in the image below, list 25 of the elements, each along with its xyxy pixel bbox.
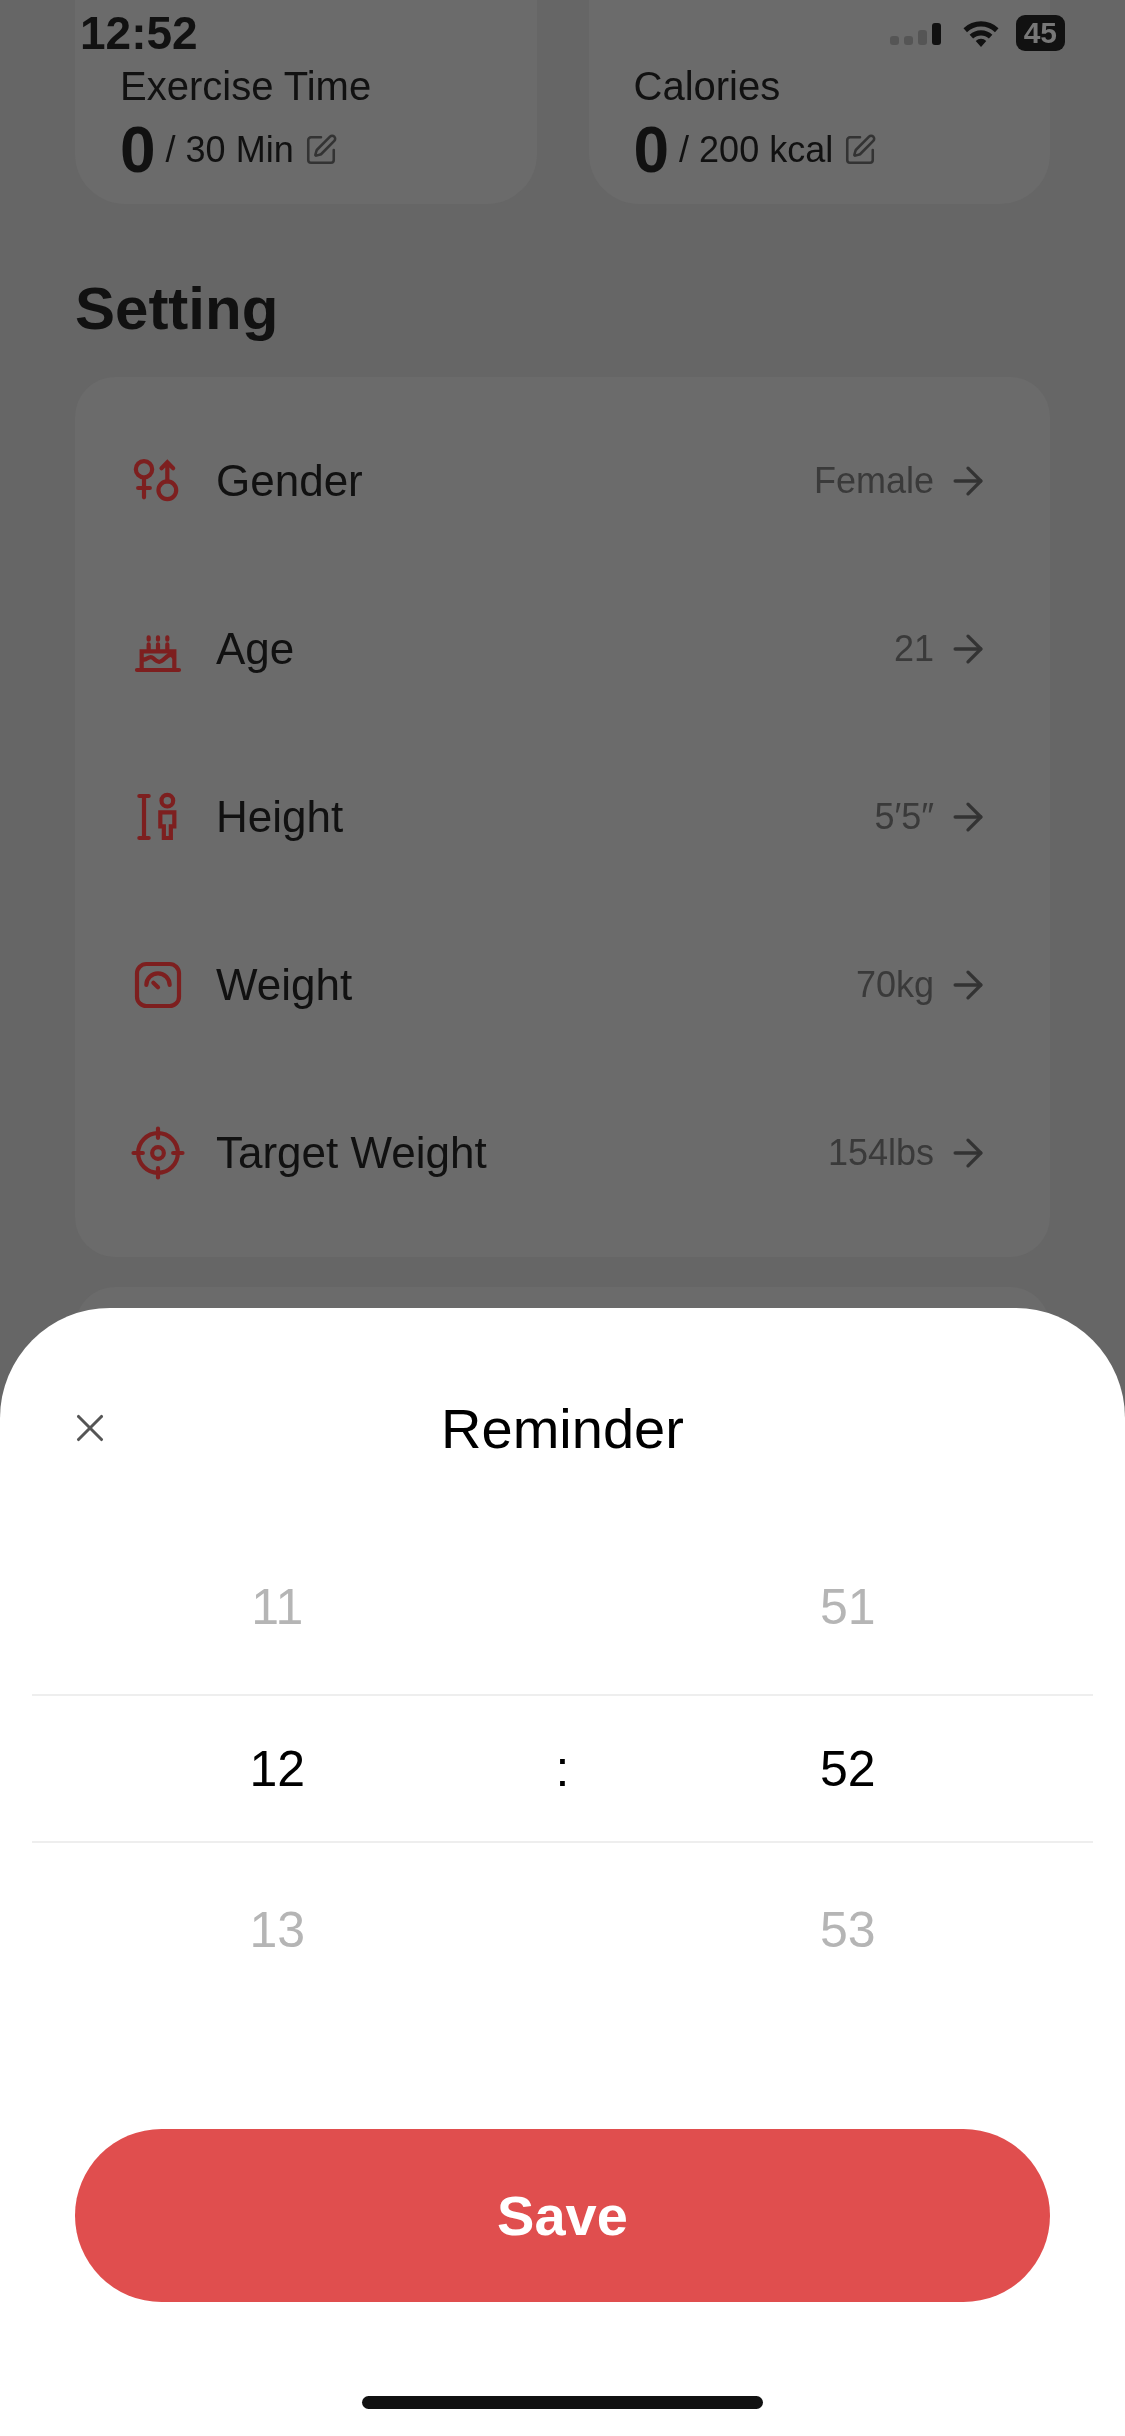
time-separator: :	[555, 1739, 570, 1798]
time-option[interactable]: 53	[819, 1901, 876, 1959]
goal-value: 0	[120, 113, 156, 187]
goal-value: 0	[633, 113, 670, 187]
setting-label[interactable]: Gender	[216, 456, 814, 506]
time-option[interactable]: 13	[249, 1901, 306, 1959]
save-button[interactable]: Save	[75, 2129, 1050, 2302]
goal-target: / 30 Min	[165, 129, 294, 171]
time-option[interactable]: 12	[249, 1739, 306, 1798]
time-option[interactable]: 11	[251, 1578, 304, 1636]
goal-title: Exercise Time	[120, 64, 373, 109]
time-option[interactable]: 52	[819, 1739, 876, 1798]
section-title: Setting	[75, 274, 280, 343]
setting-label[interactable]: Target Weight	[216, 1128, 828, 1178]
time-option[interactable]: 51	[819, 1578, 876, 1636]
status-time: 12:52	[80, 6, 198, 60]
target-icon	[130, 1125, 186, 1181]
setting-label[interactable]: Height	[216, 792, 875, 842]
setting-label[interactable]: Weight	[216, 960, 856, 1010]
battery-level: 45	[1015, 15, 1065, 51]
setting-label[interactable]: Age	[216, 624, 894, 674]
sheet-title: Reminder	[441, 1395, 684, 1461]
goal-title: Calories	[633, 64, 782, 109]
edit-icon[interactable]	[843, 133, 878, 167]
goal-target: / 200 kcal	[679, 129, 834, 171]
